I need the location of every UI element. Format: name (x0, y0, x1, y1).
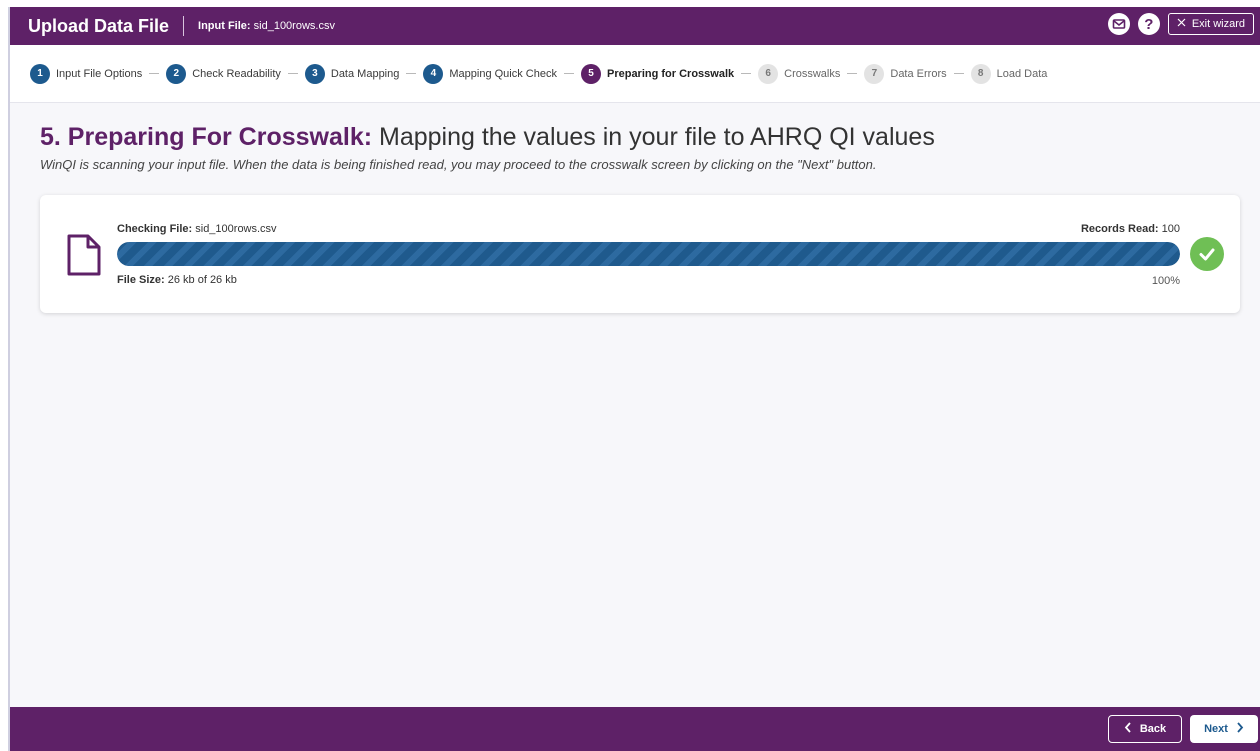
step-label: Data Mapping (330, 67, 400, 80)
input-file-info: Input File: sid_100rows.csv (198, 20, 335, 32)
records-read-text: Records Read: 100 (1081, 223, 1180, 235)
step-number: 2 (166, 63, 187, 84)
step-number: 1 (30, 63, 50, 84)
step-input-file-options[interactable]: 1 Input File Options (30, 63, 143, 84)
chevron-left-icon (1124, 722, 1132, 736)
step-connector (563, 73, 574, 74)
chevron-right-icon (1236, 722, 1244, 736)
step-connector (149, 73, 160, 74)
wizard-stepper: 1 Input File Options 2 Check Readability… (10, 45, 1260, 103)
step-label: Crosswalks (784, 67, 841, 80)
check-circle-icon (1190, 237, 1224, 271)
input-file-label: Input File: (198, 20, 251, 32)
close-icon (1177, 18, 1186, 30)
page-instructions: WinQI is scanning your input file. When … (40, 157, 877, 172)
mail-icon[interactable] (1107, 13, 1130, 35)
step-connector (741, 73, 752, 74)
step-number: 3 (304, 63, 325, 84)
step-label: Check Readability (192, 67, 281, 80)
progress-percent: 100% (1151, 275, 1180, 287)
title-divider (183, 16, 185, 36)
step-number: 4 (423, 63, 444, 84)
step-label: Input File Options (56, 67, 143, 80)
step-label: Mapping Quick Check (449, 67, 557, 80)
step-data-mapping[interactable]: 3 Data Mapping (304, 63, 400, 84)
step-number: 6 (758, 63, 779, 84)
page-title-step: 5. Preparing For Crosswalk: (40, 123, 373, 151)
step-connector (287, 73, 298, 74)
step-check-readability[interactable]: 2 Check Readability (166, 63, 281, 84)
page-title-description: Mapping the values in your file to AHRQ … (372, 123, 935, 151)
header-actions: ? Exit wizard (1107, 13, 1254, 35)
file-size-value: 26 kb of 26 kb (164, 274, 237, 286)
progress-bar-fill (117, 242, 1180, 266)
file-size-text: File Size: 26 kb of 26 kb (117, 274, 237, 286)
app-title: Upload Data File (28, 15, 170, 36)
step-connector (953, 73, 964, 74)
checking-file-label: Checking File: (117, 223, 193, 235)
header-bar: Upload Data File Input File: sid_100rows… (10, 7, 1260, 45)
step-data-errors: 7 Data Errors (864, 63, 947, 84)
step-label: Load Data (996, 67, 1048, 80)
step-number: 5 (580, 63, 601, 84)
next-button[interactable]: Next (1190, 715, 1258, 743)
progress-bar (117, 242, 1180, 266)
records-read-label: Records Read: (1080, 223, 1159, 235)
records-read-value: 100 (1158, 223, 1180, 235)
back-button[interactable]: Back (1108, 715, 1182, 743)
step-connector (847, 73, 858, 74)
wizard-window: Upload Data File Input File: sid_100rows… (8, 7, 1260, 751)
exit-wizard-label: Exit wizard (1191, 18, 1245, 30)
step-label: Data Errors (890, 67, 947, 80)
file-progress-card: Checking File: sid_100rows.csv Records R… (40, 195, 1240, 313)
step-preparing-for-crosswalk[interactable]: 5 Preparing for Crosswalk (580, 63, 735, 84)
input-file-value: sid_100rows.csv (253, 20, 335, 32)
file-icon (66, 233, 102, 282)
page-title: 5. Preparing For Crosswalk: Mapping the … (40, 123, 935, 152)
help-icon[interactable]: ? (1137, 13, 1160, 35)
checking-file-value: sid_100rows.csv (192, 223, 277, 235)
exit-wizard-button[interactable]: Exit wizard (1167, 13, 1254, 35)
step-label: Preparing for Crosswalk (606, 67, 735, 80)
step-number: 7 (864, 63, 885, 84)
step-crosswalks: 6 Crosswalks (758, 63, 841, 84)
step-load-data: 8 Load Data (970, 63, 1048, 84)
footer-bar: Back Next (10, 707, 1260, 751)
step-connector (406, 73, 417, 74)
file-size-label: File Size: (117, 274, 165, 286)
step-number: 8 (970, 63, 991, 84)
step-mapping-quick-check[interactable]: 4 Mapping Quick Check (423, 63, 557, 84)
checking-file-text: Checking File: sid_100rows.csv (117, 223, 277, 235)
back-label: Back (1139, 723, 1167, 735)
next-label: Next (1204, 723, 1228, 735)
